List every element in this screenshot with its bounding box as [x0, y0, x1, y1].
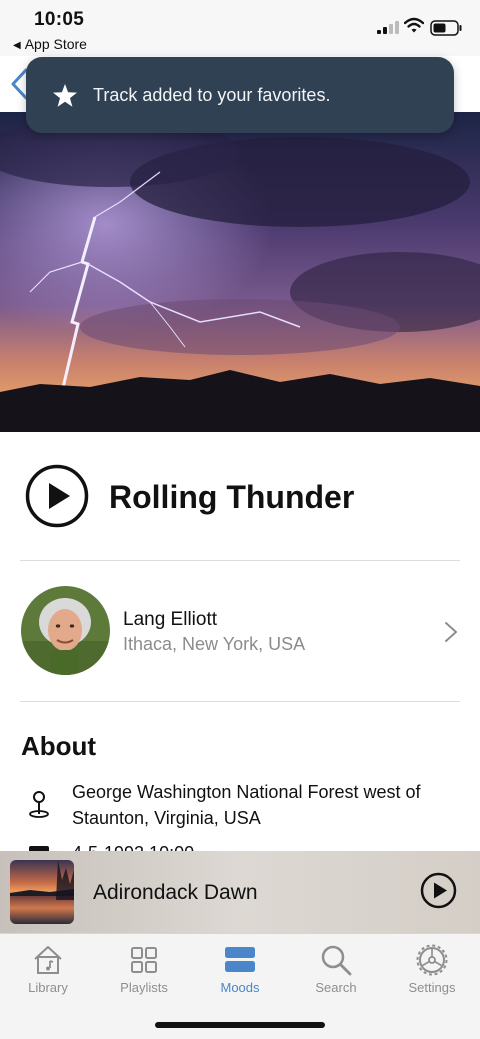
lightning-storm-image — [0, 112, 480, 432]
back-to-app-store-link[interactable]: ◀ App Store — [13, 36, 87, 52]
artist-location: Ithaca, New York, USA — [123, 634, 306, 654]
settings-icon — [416, 944, 448, 976]
mini-player-title: Adirondack Dawn — [93, 881, 258, 904]
star-icon — [53, 84, 77, 107]
tab-label: Moods — [220, 980, 260, 995]
library-icon — [34, 946, 62, 974]
search-icon — [321, 945, 352, 976]
home-indicator — [155, 1022, 325, 1028]
avatar — [21, 586, 110, 675]
artist-photo — [21, 586, 110, 675]
toast-message: Track added to your favorites. — [93, 85, 331, 105]
hero-image — [0, 112, 480, 432]
tab-settings[interactable]: Settings — [384, 934, 480, 1004]
back-triangle-icon: ◀ — [13, 40, 21, 51]
mini-player-artwork — [10, 860, 74, 924]
play-button[interactable] — [25, 464, 89, 528]
divider — [20, 701, 460, 702]
wifi-icon — [404, 17, 424, 33]
track-header: Rolling Thunder — [0, 432, 480, 560]
status-time: 10:05 — [34, 9, 85, 30]
tab-label: Library — [28, 980, 68, 995]
tab-library[interactable]: Library — [0, 934, 96, 1004]
mini-player-play-button[interactable] — [420, 872, 457, 909]
mini-player[interactable]: Adirondack Dawn — [0, 851, 480, 933]
battery-icon — [430, 20, 462, 36]
chevron-right-icon — [445, 622, 457, 642]
tab-label: Playlists — [120, 980, 168, 995]
cellular-signal-icon — [377, 21, 399, 34]
tab-moods[interactable]: Moods — [192, 934, 288, 1004]
back-app-label: App Store — [24, 36, 87, 52]
favorites-toast: Track added to your favorites. — [26, 57, 454, 133]
sunset-lake-image — [10, 860, 74, 924]
about-heading: About — [21, 731, 97, 761]
tab-playlists[interactable]: Playlists — [96, 934, 192, 1004]
playlists-icon — [131, 947, 157, 973]
artist-row[interactable]: Lang Elliott Ithaca, New York, USA — [0, 561, 480, 701]
moods-icon — [225, 947, 255, 972]
location-pin-icon — [29, 791, 49, 818]
artist-name: Lang Elliott — [123, 609, 218, 630]
tab-label: Settings — [408, 980, 456, 995]
recording-location: George Washington National Forest west o… — [72, 782, 421, 828]
tab-label: Search — [315, 980, 357, 995]
tab-search[interactable]: Search — [288, 934, 384, 1004]
status-bar: 10:05 ◀ App Store — [0, 0, 480, 56]
track-title: Rolling Thunder — [109, 479, 355, 515]
